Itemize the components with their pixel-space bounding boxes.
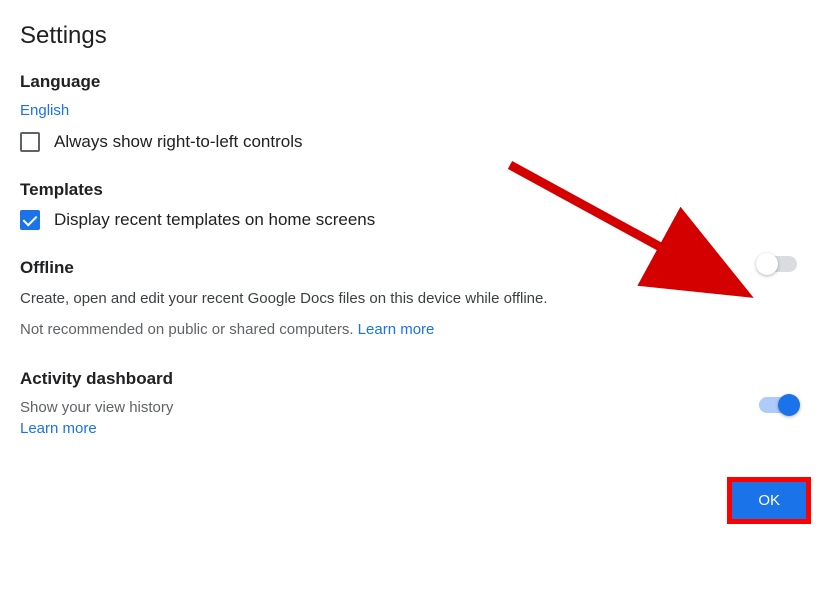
language-heading: Language (20, 72, 811, 92)
activity-heading: Activity dashboard (20, 369, 741, 389)
activity-toggle[interactable] (759, 397, 797, 413)
offline-toggle[interactable] (759, 256, 797, 272)
templates-heading: Templates (20, 180, 811, 200)
templates-section: Templates Display recent templates on ho… (20, 180, 811, 230)
display-templates-checkbox[interactable] (20, 210, 40, 230)
offline-warning: Not recommended on public or shared comp… (20, 319, 741, 342)
display-templates-label: Display recent templates on home screens (54, 210, 375, 230)
offline-section: Offline Create, open and edit your recen… (20, 258, 811, 341)
ok-highlight: OK (727, 477, 811, 524)
activity-sub: Show your view history (20, 399, 741, 416)
offline-learn-more-link[interactable]: Learn more (358, 321, 435, 338)
offline-description: Create, open and edit your recent Google… (20, 288, 741, 311)
activity-section: Activity dashboard Show your view histor… (20, 369, 811, 438)
activity-learn-more-link[interactable]: Learn more (20, 420, 97, 437)
rtl-checkbox[interactable] (20, 132, 40, 152)
language-value-link[interactable]: English (20, 102, 69, 119)
language-section: Language English Always show right-to-le… (20, 72, 811, 152)
offline-heading: Offline (20, 258, 741, 278)
page-title: Settings (20, 22, 811, 50)
offline-warning-text: Not recommended on public or shared comp… (20, 321, 358, 338)
ok-button[interactable]: OK (732, 482, 806, 519)
rtl-checkbox-label: Always show right-to-left controls (54, 132, 302, 152)
